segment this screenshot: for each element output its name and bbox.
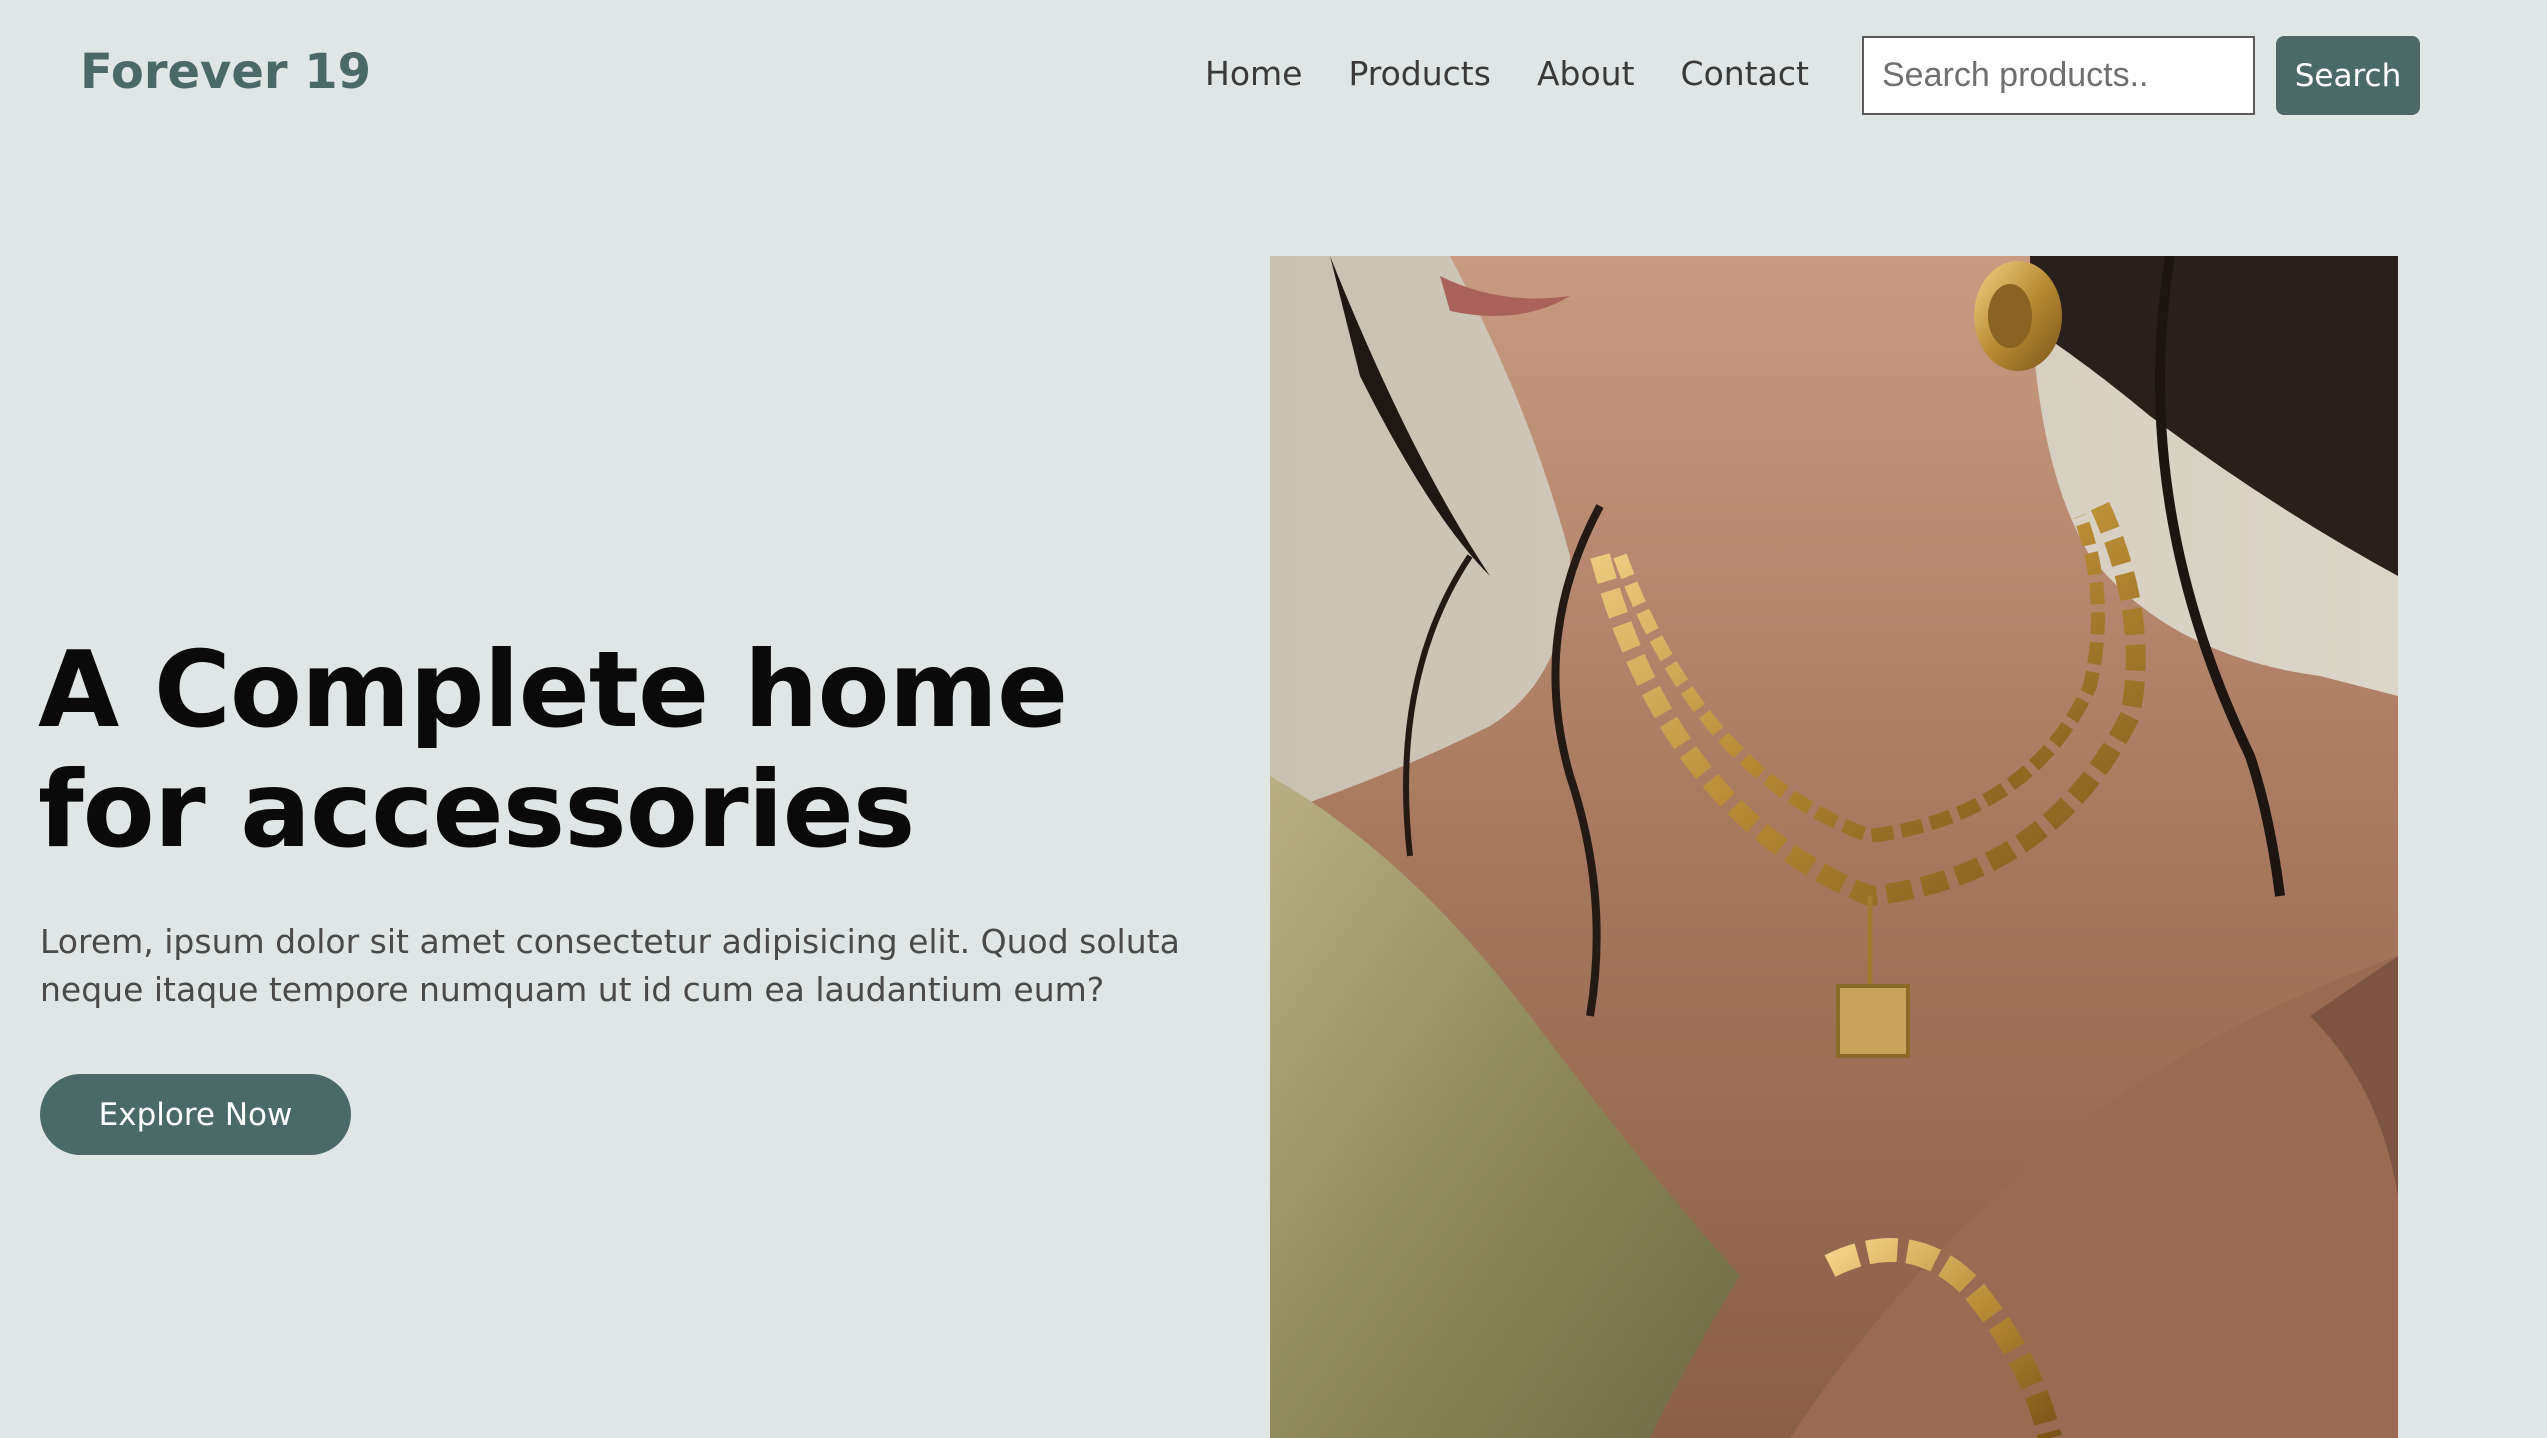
hero-title: A Complete home for accessories xyxy=(38,629,1068,871)
nav-link-contact[interactable]: Contact xyxy=(1681,54,1809,93)
search-button[interactable]: Search xyxy=(2276,36,2420,115)
explore-now-button[interactable]: Explore Now xyxy=(40,1074,351,1155)
page: Forever 19 Home Products About Contact S… xyxy=(0,0,2547,1438)
hero-image xyxy=(1270,256,2398,1438)
hero-description: Lorem, ipsum dolor sit amet consectetur … xyxy=(40,922,1180,1009)
nav-link-products[interactable]: Products xyxy=(1348,54,1491,93)
hero-photo-illustration xyxy=(1270,256,2398,1438)
logo[interactable]: Forever 19 xyxy=(80,44,371,100)
nav-link-about[interactable]: About xyxy=(1537,54,1635,93)
main-nav: Home Products About Contact xyxy=(1205,54,1855,93)
nav-link-home[interactable]: Home xyxy=(1205,54,1302,93)
search-input[interactable] xyxy=(1862,36,2255,115)
